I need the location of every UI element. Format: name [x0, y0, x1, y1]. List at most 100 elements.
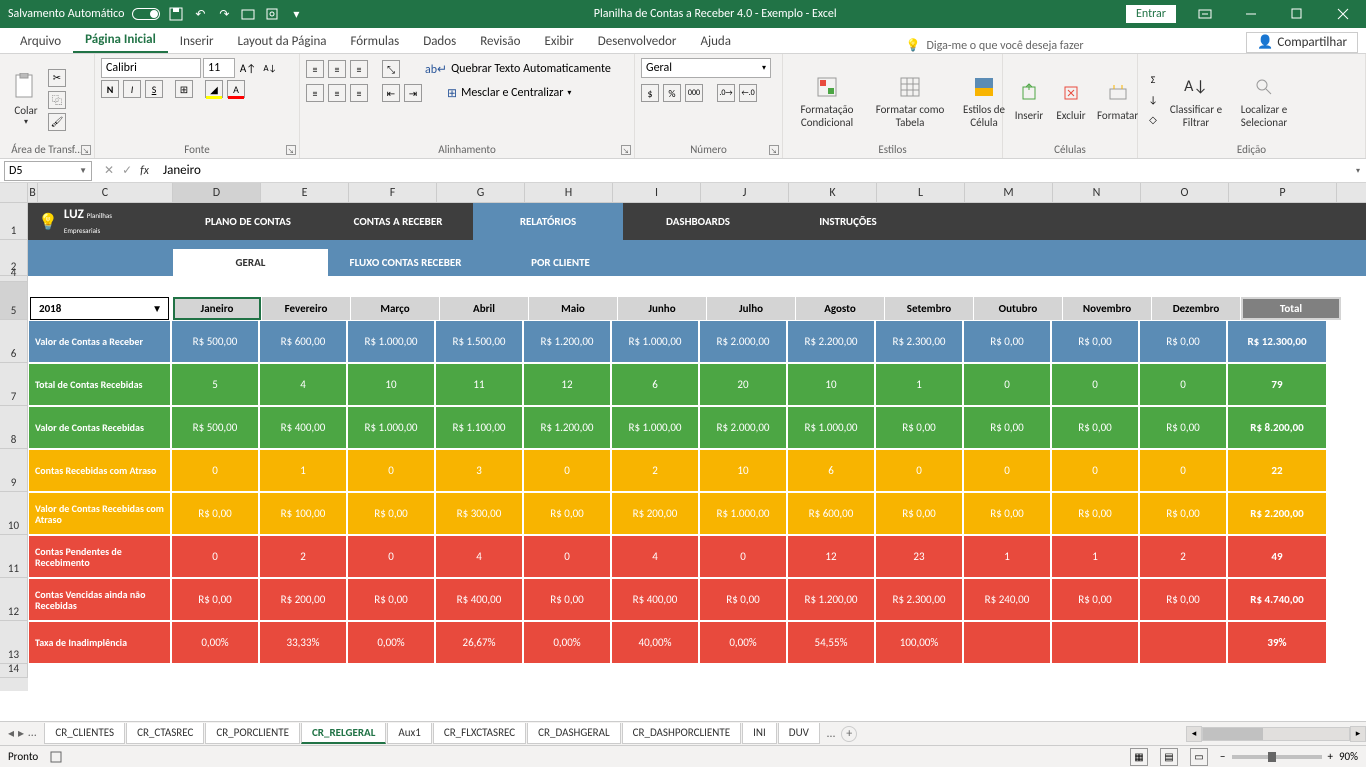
zoom-in-icon[interactable]: +: [1328, 750, 1333, 763]
fill-color-icon[interactable]: ◢: [205, 80, 223, 98]
comma-icon[interactable]: 000: [685, 84, 703, 102]
cut-icon[interactable]: ✂: [48, 69, 66, 87]
align-center-icon[interactable]: ≡: [328, 84, 346, 102]
cancel-formula-icon[interactable]: ✕: [104, 163, 114, 178]
column-header[interactable]: E: [261, 183, 349, 202]
data-cell[interactable]: 1: [259, 449, 347, 492]
data-cell[interactable]: R$ 0,00: [875, 406, 963, 449]
zoom-out-icon[interactable]: −: [1220, 750, 1225, 763]
data-cell[interactable]: R$ 1.200,00: [787, 578, 875, 621]
ribbon-tab[interactable]: Página Inicial: [73, 28, 168, 53]
column-header[interactable]: K: [789, 183, 877, 202]
font-size-input[interactable]: [203, 58, 235, 78]
data-cell[interactable]: 1: [963, 535, 1051, 578]
ribbon-tab[interactable]: Ajuda: [688, 30, 743, 53]
data-cell[interactable]: R$ 1.100,00: [435, 406, 523, 449]
column-header[interactable]: J: [701, 183, 789, 202]
maximize-icon[interactable]: [1274, 0, 1320, 28]
data-cell[interactable]: 79: [1227, 363, 1327, 406]
data-cell[interactable]: R$ 2.200,00: [1227, 492, 1327, 535]
data-cell[interactable]: 23: [875, 535, 963, 578]
data-cell[interactable]: R$ 0,00: [1051, 406, 1139, 449]
row-header[interactable]: 6: [0, 320, 28, 363]
data-cell[interactable]: R$ 0,00: [1051, 320, 1139, 363]
accept-formula-icon[interactable]: ✓: [122, 163, 132, 178]
ribbon-tab[interactable]: Dados: [411, 30, 468, 53]
redo-icon[interactable]: ↷: [216, 6, 232, 22]
delete-cells-button[interactable]: Excluir: [1051, 75, 1091, 124]
data-cell[interactable]: R$ 1.200,00: [523, 320, 611, 363]
increase-decimal-icon[interactable]: .0→: [717, 84, 735, 102]
grid[interactable]: 💡 LUZ PlanilhasEmpresariais PLANO DE CON…: [28, 203, 1366, 691]
sort-filter-button[interactable]: A↓Classificar e Filtrar: [1164, 69, 1228, 131]
data-cell[interactable]: 40,00%: [611, 621, 699, 664]
data-cell[interactable]: R$ 200,00: [259, 578, 347, 621]
sheet-tab[interactable]: CR_RELGERAL: [301, 723, 386, 744]
data-cell[interactable]: 0: [1139, 363, 1227, 406]
ribbon-tab[interactable]: Fórmulas: [339, 30, 412, 53]
data-cell[interactable]: 100,00%: [875, 621, 963, 664]
data-cell[interactable]: R$ 0,00: [875, 492, 963, 535]
align-middle-icon[interactable]: ≡: [328, 60, 346, 78]
close-icon[interactable]: [1320, 0, 1366, 28]
data-cell[interactable]: R$ 0,00: [963, 492, 1051, 535]
data-cell[interactable]: R$ 2.300,00: [875, 320, 963, 363]
align-right-icon[interactable]: ≡: [350, 84, 368, 102]
bold-icon[interactable]: N: [101, 80, 119, 98]
data-cell[interactable]: 0: [523, 535, 611, 578]
signin-button[interactable]: Entrar: [1126, 5, 1176, 23]
column-header[interactable]: P: [1229, 183, 1337, 202]
macro-record-icon[interactable]: [50, 751, 62, 763]
row-header[interactable]: 14: [0, 664, 28, 678]
column-header[interactable]: G: [437, 183, 525, 202]
data-cell[interactable]: R$ 1.500,00: [435, 320, 523, 363]
decrease-indent-icon[interactable]: ⇤: [382, 84, 400, 102]
data-cell[interactable]: 12: [787, 535, 875, 578]
data-cell[interactable]: 22: [1227, 449, 1327, 492]
font-name-input[interactable]: [101, 58, 201, 78]
data-cell[interactable]: 2: [611, 449, 699, 492]
data-cell[interactable]: 1: [875, 363, 963, 406]
data-cell[interactable]: R$ 1.000,00: [347, 406, 435, 449]
undo-icon[interactable]: ↶: [192, 6, 208, 22]
nav-item[interactable]: RELATÓRIOS: [473, 203, 623, 240]
ribbon-tab[interactable]: Layout da Página: [226, 30, 339, 53]
row-header[interactable]: 12: [0, 578, 28, 621]
orientation-icon[interactable]: ⤡: [382, 60, 400, 78]
data-cell[interactable]: 12: [523, 363, 611, 406]
data-cell[interactable]: R$ 500,00: [171, 406, 259, 449]
data-cell[interactable]: R$ 12.300,00: [1227, 320, 1327, 363]
data-cell[interactable]: R$ 240,00: [963, 578, 1051, 621]
data-cell[interactable]: R$ 1.000,00: [787, 406, 875, 449]
data-cell[interactable]: R$ 1.000,00: [347, 320, 435, 363]
column-header[interactable]: N: [1053, 183, 1141, 202]
qat-icon-1[interactable]: [240, 6, 256, 22]
zoom-slider[interactable]: [1232, 755, 1322, 759]
row-header[interactable]: 11: [0, 535, 28, 578]
copy-icon[interactable]: ⿻: [48, 91, 66, 109]
subnav-item[interactable]: FLUXO CONTAS RECEBER: [328, 249, 483, 276]
align-top-icon[interactable]: ≡: [306, 60, 324, 78]
zoom-value[interactable]: 90%: [1339, 750, 1358, 763]
align-bottom-icon[interactable]: ≡: [350, 60, 368, 78]
merge-button[interactable]: ⊞Mesclar e Centralizar▾: [440, 82, 578, 104]
data-cell[interactable]: R$ 0,00: [171, 492, 259, 535]
fill-icon[interactable]: ↓: [1144, 91, 1162, 109]
tab-nav-last-icon[interactable]: ▸: [18, 726, 24, 741]
data-cell[interactable]: 0,00%: [699, 621, 787, 664]
select-all-corner[interactable]: [0, 183, 28, 202]
dialog-launcher-icon[interactable]: ↘: [621, 145, 631, 155]
sheet-tab[interactable]: CR_DASHPORCLIENTE: [622, 723, 742, 744]
data-cell[interactable]: [963, 621, 1051, 664]
data-cell[interactable]: R$ 0,00: [523, 578, 611, 621]
data-cell[interactable]: 5: [171, 363, 259, 406]
data-cell[interactable]: 0,00%: [347, 621, 435, 664]
column-header[interactable]: H: [525, 183, 613, 202]
data-cell[interactable]: R$ 0,00: [1139, 320, 1227, 363]
column-header[interactable]: F: [349, 183, 437, 202]
dialog-launcher-icon[interactable]: ↘: [81, 145, 91, 155]
dialog-launcher-icon[interactable]: ↘: [769, 145, 779, 155]
data-cell[interactable]: 3: [435, 449, 523, 492]
data-cell[interactable]: 10: [347, 363, 435, 406]
find-select-button[interactable]: Localizar e Selecionar: [1230, 69, 1298, 131]
